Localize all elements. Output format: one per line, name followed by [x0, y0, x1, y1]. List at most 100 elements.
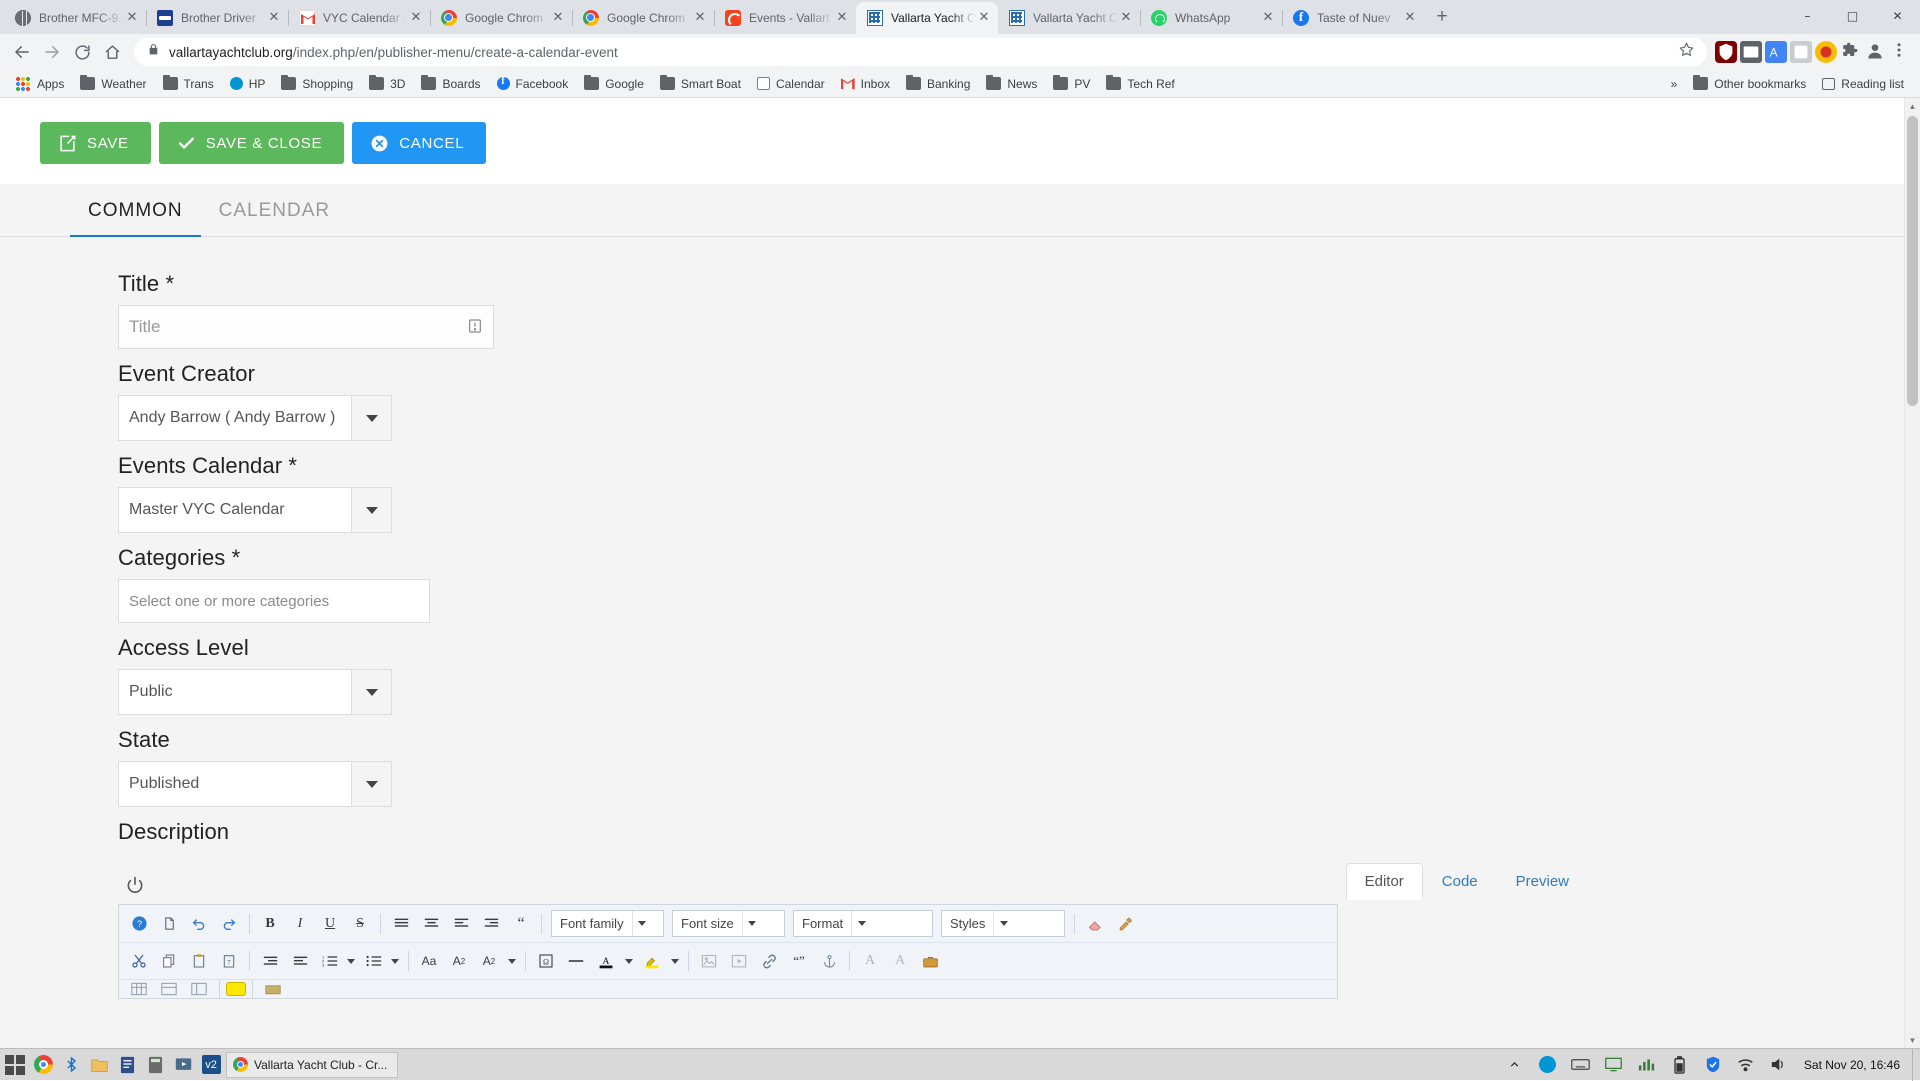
wifi-icon[interactable]: [1733, 1052, 1759, 1078]
windows-start-icon[interactable]: [2, 1052, 28, 1078]
folder-icon[interactable]: [86, 1052, 112, 1078]
close-icon[interactable]: ✕: [550, 10, 566, 26]
superscript-icon[interactable]: A2: [445, 948, 473, 974]
browser-tab[interactable]: Google Chrom ✕: [572, 2, 714, 34]
chevron-down-icon[interactable]: [351, 396, 391, 440]
indent-decrease-icon[interactable]: [256, 948, 284, 974]
title-input[interactable]: Title: [118, 305, 494, 349]
unlink-icon[interactable]: A: [856, 948, 884, 974]
italic-icon[interactable]: I: [286, 911, 314, 937]
bullet-list-dropdown-icon[interactable]: [388, 948, 402, 974]
home-button[interactable]: [98, 38, 126, 66]
browser-tab[interactable]: Vallarta Yacht C ✕: [998, 2, 1140, 34]
calculator-icon[interactable]: [142, 1052, 168, 1078]
notepad-icon[interactable]: [114, 1052, 140, 1078]
chevron-down-icon[interactable]: [351, 670, 391, 714]
ublock-extension-icon[interactable]: [1715, 41, 1737, 63]
display-icon[interactable]: [1601, 1052, 1627, 1078]
bookmark-banking[interactable]: Banking: [898, 74, 978, 94]
close-icon[interactable]: ✕: [834, 10, 850, 26]
close-icon[interactable]: ✕: [976, 10, 992, 26]
access-level-select[interactable]: Public: [118, 669, 392, 715]
hp-icon[interactable]: [1535, 1052, 1561, 1078]
new-document-icon[interactable]: [155, 911, 183, 937]
bookmark-weather[interactable]: Weather: [72, 74, 154, 94]
bullet-list-icon[interactable]: [360, 948, 388, 974]
align-left-icon[interactable]: [447, 911, 475, 937]
copy-icon[interactable]: [155, 948, 183, 974]
more-tools-icon[interactable]: [259, 980, 287, 998]
paste-icon[interactable]: [185, 948, 213, 974]
taskbar-clock[interactable]: Sat Nov 20, 16:46: [1804, 1058, 1910, 1072]
back-button[interactable]: [8, 38, 36, 66]
redo-icon[interactable]: [215, 911, 243, 937]
bookmark-calendar[interactable]: Calendar: [749, 74, 833, 94]
quote-icon[interactable]: “”: [785, 948, 813, 974]
volume-icon[interactable]: [1766, 1052, 1792, 1078]
profile-avatar-icon[interactable]: [1865, 41, 1887, 63]
toolbox-icon[interactable]: [916, 948, 944, 974]
bookmark-pv[interactable]: PV: [1045, 74, 1098, 94]
power-toggle-icon[interactable]: [118, 870, 152, 900]
events-calendar-select[interactable]: Master VYC Calendar: [118, 487, 392, 533]
event-creator-select[interactable]: Andy Barrow ( Andy Barrow ): [118, 395, 392, 441]
scroll-up-arrow[interactable]: ▲: [1905, 98, 1920, 114]
categories-input[interactable]: Select one or more categories: [118, 579, 430, 623]
bookmark-shopping[interactable]: Shopping: [273, 74, 361, 94]
browser-tab[interactable]: Brother MFC-9... ✕: [4, 2, 146, 34]
bullet-list-split-button[interactable]: [360, 948, 402, 974]
tab-common[interactable]: COMMON: [70, 184, 201, 236]
bookmarks-overflow-button[interactable]: »: [1663, 74, 1686, 94]
numbered-list-split-button[interactable]: 123: [316, 948, 358, 974]
column-properties-icon[interactable]: [185, 980, 213, 998]
align-center-icon[interactable]: [417, 911, 445, 937]
show-desktop-button[interactable]: [1912, 1049, 1918, 1081]
special-character-icon[interactable]: Ω: [532, 948, 560, 974]
close-window-button[interactable]: ✕: [1875, 0, 1920, 32]
highlight-color-icon[interactable]: [638, 948, 666, 974]
tab-calendar[interactable]: CALENDAR: [201, 184, 348, 236]
numbered-list-icon[interactable]: 123: [316, 948, 344, 974]
format-select[interactable]: Format: [793, 910, 933, 937]
highlight-swatch-icon[interactable]: [226, 982, 246, 996]
lastpass-extension-icon[interactable]: [1815, 41, 1837, 63]
chevron-down-icon[interactable]: [632, 911, 652, 936]
new-tab-button[interactable]: +: [1428, 4, 1456, 32]
insert-image-icon[interactable]: [695, 948, 723, 974]
bluetooth-icon[interactable]: [58, 1052, 84, 1078]
insert-media-icon[interactable]: [725, 948, 753, 974]
vyc-icon[interactable]: v2: [198, 1052, 224, 1078]
cut-icon[interactable]: [125, 948, 153, 974]
close-icon[interactable]: ✕: [408, 10, 424, 26]
bookmark-tech-ref[interactable]: Tech Ref: [1098, 74, 1182, 94]
browser-tab[interactable]: WhatsApp ✕: [1140, 2, 1282, 34]
underline-icon[interactable]: U: [316, 911, 344, 937]
remove-format-icon[interactable]: A: [886, 948, 914, 974]
text-color-dropdown-icon[interactable]: [622, 948, 636, 974]
bookmark-3d[interactable]: 3D: [361, 74, 413, 94]
chevron-down-icon[interactable]: [351, 762, 391, 806]
paste-text-icon[interactable]: T: [215, 948, 243, 974]
page-scrollbar[interactable]: ▲ ▼: [1904, 98, 1920, 1048]
close-icon[interactable]: ✕: [266, 10, 282, 26]
help-icon[interactable]: ?: [125, 911, 153, 937]
strikethrough-icon[interactable]: S: [346, 911, 374, 937]
highlight-color-dropdown-icon[interactable]: [668, 948, 682, 974]
scrollbar-thumb[interactable]: [1907, 116, 1918, 406]
puzzle-extensions-icon[interactable]: [1840, 41, 1862, 63]
state-select[interactable]: Published: [118, 761, 392, 807]
close-icon[interactable]: ✕: [1260, 10, 1276, 26]
indent-increase-icon[interactable]: [286, 948, 314, 974]
translate-extension-icon[interactable]: A: [1765, 41, 1787, 63]
align-right-icon[interactable]: [477, 911, 505, 937]
grammar-extension-icon[interactable]: [1740, 41, 1762, 63]
browser-tab[interactable]: Events - Vallart ✕: [714, 2, 856, 34]
chart-icon[interactable]: [1634, 1052, 1660, 1078]
calendar-input-icon[interactable]: [467, 317, 483, 335]
row-properties-icon[interactable]: [155, 980, 183, 998]
editor-tab-editor[interactable]: Editor: [1346, 863, 1423, 900]
save-and-close-button[interactable]: SAVE & CLOSE: [159, 122, 345, 164]
subscript-dropdown-icon[interactable]: [505, 948, 519, 974]
chevron-down-icon[interactable]: [351, 488, 391, 532]
bookmark-google[interactable]: Google: [576, 74, 652, 94]
